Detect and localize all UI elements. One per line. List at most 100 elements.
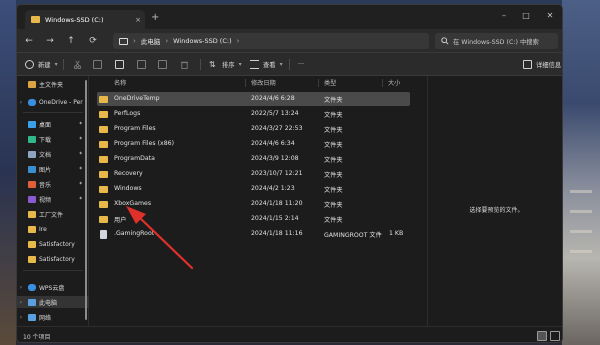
sidebar-item-home[interactable]: 主文件夹: [17, 78, 89, 90]
minimize-button[interactable]: –: [497, 11, 511, 20]
column-header-date[interactable]: 修改日期: [251, 78, 276, 88]
column-header-name[interactable]: 名称: [114, 78, 126, 88]
breadcrumb-separator: ›: [165, 37, 169, 45]
sidebar-scrollbar[interactable]: [85, 80, 87, 320]
address-bar[interactable]: › 此电脑 › Windows-SSD (C:) ›: [113, 33, 429, 49]
music-icon: [28, 180, 36, 188]
search-box[interactable]: 在 Windows-SSD (C:) 中搜索: [435, 33, 558, 49]
expand-chevron-icon[interactable]: ›: [17, 99, 25, 106]
sidebar-item-label: Satisfactory: [39, 240, 75, 248]
sort-button[interactable]: ⇅ 排序 ▾: [209, 58, 242, 71]
item-count: 10 个项目: [23, 334, 51, 341]
pin-icon[interactable]: ✦: [78, 136, 83, 142]
share-icon: [158, 60, 167, 69]
rename-button[interactable]: [137, 58, 146, 71]
sidebar-item-network[interactable]: › 网络: [17, 311, 89, 323]
table-row[interactable]: Windows 2024/4/2 1:23 文件夹: [97, 182, 410, 196]
share-button[interactable]: [158, 58, 167, 71]
more-options-button[interactable]: ···: [298, 58, 304, 71]
view-button[interactable]: 查看 ▾: [250, 58, 283, 71]
chevron-down-icon: ▾: [279, 61, 283, 68]
table-row[interactable]: XboxGames 2024/1/18 11:20 文件夹: [97, 197, 410, 211]
desktop-icon: [28, 120, 36, 128]
chevron-down-icon: ▾: [54, 61, 58, 68]
sidebar-item-label: 工厂文件: [39, 211, 64, 219]
details-view-button[interactable]: [537, 331, 547, 341]
sidebar-item-factory-files[interactable]: 工厂文件: [17, 208, 89, 220]
sidebar-item-label: 音乐: [39, 181, 52, 189]
sidebar-item-wps-cloud[interactable]: › WPS云盘: [17, 281, 89, 293]
sidebar-item-videos[interactable]: 视频 ✦: [17, 193, 89, 205]
pin-icon[interactable]: ✦: [78, 181, 83, 187]
sidebar-item-satisfactory[interactable]: Satisfactory: [17, 238, 89, 250]
tiles-view-button[interactable]: [550, 331, 560, 341]
folder-icon: [99, 201, 108, 208]
pin-icon[interactable]: ✦: [78, 151, 83, 157]
navigation-bar: ← → ↑ ⟳ › 此电脑 › Windows-SSD (C:) › 在 Win…: [17, 29, 562, 53]
command-bar: 新建 ▾ ⇅ 排序 ▾ 查看 ▾ ··· 详细信息: [17, 53, 562, 76]
paste-button[interactable]: [115, 58, 124, 71]
table-row[interactable]: 用户 2024/1/15 2:14 文件夹: [97, 212, 410, 226]
column-header-size[interactable]: 大小: [388, 78, 400, 88]
cut-button[interactable]: [73, 58, 82, 71]
table-row[interactable]: PerfLogs 2022/5/7 13:24 文件夹: [97, 107, 410, 121]
breadcrumb-drive[interactable]: Windows-SSD (C:): [173, 37, 231, 45]
copy-icon: [93, 60, 102, 69]
forward-button[interactable]: →: [44, 35, 56, 47]
sidebar-item-music[interactable]: 音乐 ✦: [17, 178, 89, 190]
table-row[interactable]: ProgramData 2024/3/9 12:08 文件夹: [97, 152, 410, 166]
pin-icon[interactable]: ✦: [78, 121, 83, 127]
pin-icon[interactable]: ✦: [78, 166, 83, 172]
table-row[interactable]: OneDriveTemp 2024/4/6 6:28 文件夹: [97, 92, 410, 106]
title-bar: Windows-SSD (C:) × + – □ ✕: [17, 5, 562, 29]
refresh-button[interactable]: ⟳: [87, 35, 99, 47]
new-button[interactable]: 新建 ▾: [25, 58, 58, 71]
new-tab-button[interactable]: +: [151, 13, 159, 23]
new-button-label: 新建: [38, 62, 51, 69]
expand-chevron-icon[interactable]: ›: [17, 284, 25, 291]
sidebar-item-documents[interactable]: 文档 ✦: [17, 148, 89, 160]
sidebar-item-label: 文档: [39, 151, 52, 159]
picture-icon: [28, 165, 36, 173]
maximize-button[interactable]: □: [519, 11, 533, 20]
sidebar-item-desktop[interactable]: 桌面 ✦: [17, 118, 89, 130]
sidebar-item-label: 图片: [39, 166, 52, 174]
search-icon: [441, 37, 449, 45]
up-button[interactable]: ↑: [65, 35, 77, 47]
tab-close-icon[interactable]: ×: [131, 16, 145, 24]
folder-icon: [28, 240, 36, 248]
table-row[interactable]: Recovery 2023/10/7 12:21 文件夹: [97, 167, 410, 181]
sidebar-item-ire[interactable]: Ire: [17, 223, 89, 235]
sidebar-item-pictures[interactable]: 图片 ✦: [17, 163, 89, 175]
trash-icon: [180, 61, 189, 69]
sidebar-item-onedrive[interactable]: › OneDrive - Per: [17, 96, 89, 108]
more-options-label: ···: [298, 61, 305, 68]
pin-icon[interactable]: ✦: [78, 196, 83, 202]
desktop-background-left: [0, 0, 16, 345]
table-row[interactable]: .GamingRoot 2024/1/18 11:16 GAMINGROOT 文…: [97, 227, 410, 241]
network-icon: [28, 313, 36, 321]
back-button[interactable]: ←: [23, 35, 35, 47]
copy-button[interactable]: [93, 58, 102, 71]
expand-chevron-icon[interactable]: ›: [17, 314, 25, 321]
breadcrumb-this-pc[interactable]: 此电脑: [141, 36, 161, 46]
preview-pane: 选择要预览的文件。: [427, 76, 562, 326]
column-header-type[interactable]: 类型: [324, 78, 336, 88]
sidebar-item-this-pc[interactable]: › 此电脑: [17, 296, 89, 308]
close-window-button[interactable]: ✕: [543, 11, 557, 20]
drive-folder-icon: [31, 16, 40, 23]
sidebar-item-downloads[interactable]: 下载 ✦: [17, 133, 89, 145]
expand-chevron-icon[interactable]: ›: [17, 299, 25, 306]
table-row[interactable]: Program Files 2024/3/27 22:53 文件夹: [97, 122, 410, 136]
folder-icon: [99, 126, 108, 133]
search-placeholder: 在 Windows-SSD (C:) 中搜索: [453, 38, 539, 46]
folder-icon: [99, 171, 108, 178]
sidebar-item-label: 此电脑: [39, 299, 58, 307]
details-pane-button[interactable]: 详细信息: [523, 58, 561, 71]
tab-windows-ssd[interactable]: Windows-SSD (C:) ×: [25, 10, 145, 29]
navigation-pane: 主文件夹 › OneDrive - Per 桌面 ✦ 下载 ✦ 文档 ✦ 图片 …: [17, 76, 89, 326]
delete-button[interactable]: [180, 58, 189, 71]
sidebar-item-satisfactory[interactable]: Satisfactory: [17, 253, 89, 265]
table-row[interactable]: Program Files (x86) 2024/4/6 6:34 文件夹: [97, 137, 410, 151]
pc-icon: [28, 298, 36, 306]
